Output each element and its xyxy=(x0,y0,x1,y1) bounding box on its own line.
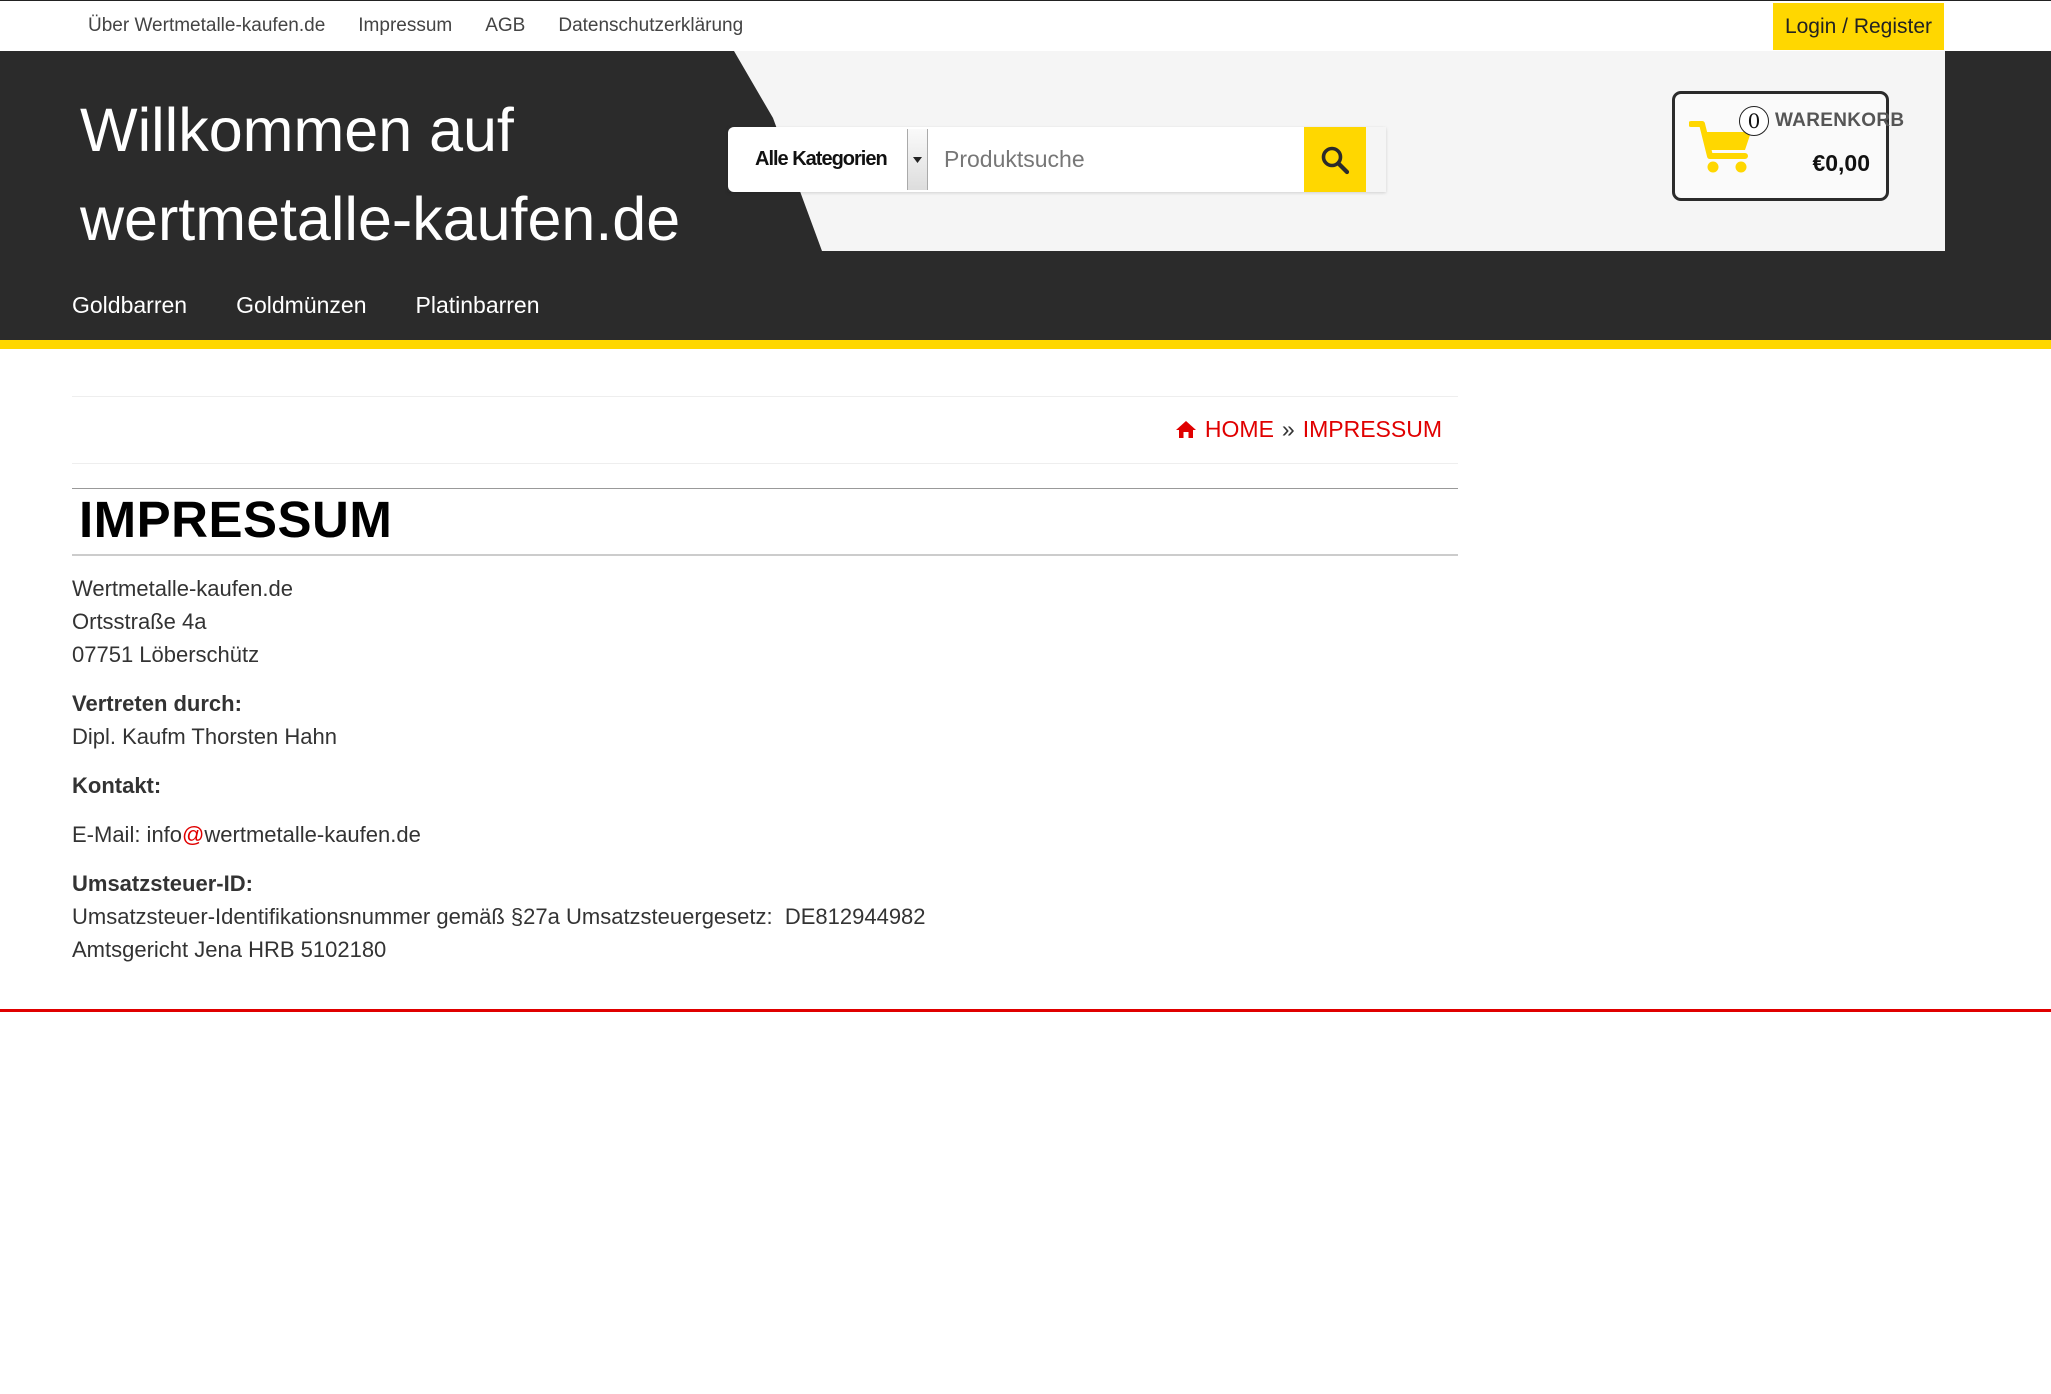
search-bar: Alle Kategorien xyxy=(728,127,1386,192)
address-line-1: Wertmetalle-kaufen.de xyxy=(72,576,293,601)
breadcrumb-home[interactable]: HOME xyxy=(1205,416,1274,443)
category-select-value: Alle Kategorien xyxy=(755,148,888,170)
court-text: Amtsgericht Jena HRB 5102180 xyxy=(72,937,387,962)
breadcrumb-current[interactable]: IMPRESSUM xyxy=(1303,416,1442,443)
email-prefix: E-Mail: info xyxy=(72,822,183,847)
address-block: Wertmetalle-kaufen.de Ortsstraße 4a 0775… xyxy=(72,572,926,671)
nav-item-goldmuenzen[interactable]: Goldmünzen xyxy=(236,292,366,319)
cart-count-badge: 0 xyxy=(1739,106,1769,136)
cart-widget[interactable]: 0 WARENKORB €0,00 xyxy=(1672,91,1904,201)
represented-label: Vertreten durch: xyxy=(72,691,242,716)
breadcrumb-separator: » xyxy=(1281,416,1295,442)
welcome-line-2: wertmetalle-kaufen.de xyxy=(80,185,681,253)
page-title: IMPRESSUM xyxy=(79,491,393,548)
top-bar: Über Wertmetalle-kaufen.de Impressum AGB… xyxy=(0,0,2051,51)
footer-red-line xyxy=(0,1009,2051,1012)
dropdown-arrow-icon[interactable] xyxy=(907,129,928,190)
contact-label: Kontakt: xyxy=(72,773,162,798)
nav-item-goldbarren[interactable]: Goldbarren xyxy=(72,292,187,319)
address-line-2: Ortsstraße 4a xyxy=(72,609,207,634)
vat-text: Umsatzsteuer-Identifikationsnummer gemäß… xyxy=(72,904,926,929)
welcome-line-1: Willkommen auf xyxy=(80,96,514,164)
breadcrumb-divider-top xyxy=(72,396,1458,397)
category-select[interactable]: Alle Kategorien xyxy=(728,127,928,192)
cart-title: WARENKORB xyxy=(1775,110,1905,131)
email-domain: wertmetalle-kaufen.de xyxy=(204,822,421,847)
email-at-sign: @ xyxy=(182,822,205,847)
main-nav: Goldbarren Goldmünzen Platinbarren xyxy=(72,292,540,319)
impressum-content: Wertmetalle-kaufen.de Ortsstraße 4a 0775… xyxy=(72,572,926,982)
title-rule-bottom xyxy=(72,554,1458,556)
top-link-impressum[interactable]: Impressum xyxy=(358,15,452,37)
vat-label: Umsatzsteuer-ID: xyxy=(72,871,253,896)
vat-block: Umsatzsteuer-ID: Umsatzsteuer-Identifika… xyxy=(72,867,926,966)
top-link-ueber[interactable]: Über Wertmetalle-kaufen.de xyxy=(88,15,325,37)
nav-item-platinbarren[interactable]: Platinbarren xyxy=(416,292,540,319)
login-register-button[interactable]: Login / Register xyxy=(1773,3,1944,50)
cart-total: €0,00 xyxy=(1812,150,1870,176)
email-block: E-Mail: info@wertmetalle-kaufen.de xyxy=(72,818,926,851)
title-rule-top xyxy=(72,488,1458,489)
top-links: Über Wertmetalle-kaufen.de Impressum AGB… xyxy=(88,15,743,37)
home-icon[interactable] xyxy=(1175,420,1197,439)
breadcrumb: HOME » IMPRESSUM xyxy=(1175,416,1442,443)
top-link-datenschutz[interactable]: Datenschutzerklärung xyxy=(558,15,743,37)
contact-block: Kontakt: xyxy=(72,769,926,802)
represented-block: Vertreten durch: Dipl. Kaufm Thorsten Ha… xyxy=(72,687,926,753)
top-link-agb[interactable]: AGB xyxy=(485,15,525,37)
represented-value: Dipl. Kaufm Thorsten Hahn xyxy=(72,724,337,749)
search-icon xyxy=(1321,146,1350,174)
breadcrumb-divider-bottom xyxy=(72,463,1458,464)
search-button[interactable] xyxy=(1304,127,1366,192)
search-input[interactable] xyxy=(928,127,1304,192)
address-line-3: 07751 Löberschütz xyxy=(72,642,260,667)
header-accent-line xyxy=(0,340,2051,349)
welcome-heading: Willkommen auf wertmetalle-kaufen.de xyxy=(80,86,720,264)
